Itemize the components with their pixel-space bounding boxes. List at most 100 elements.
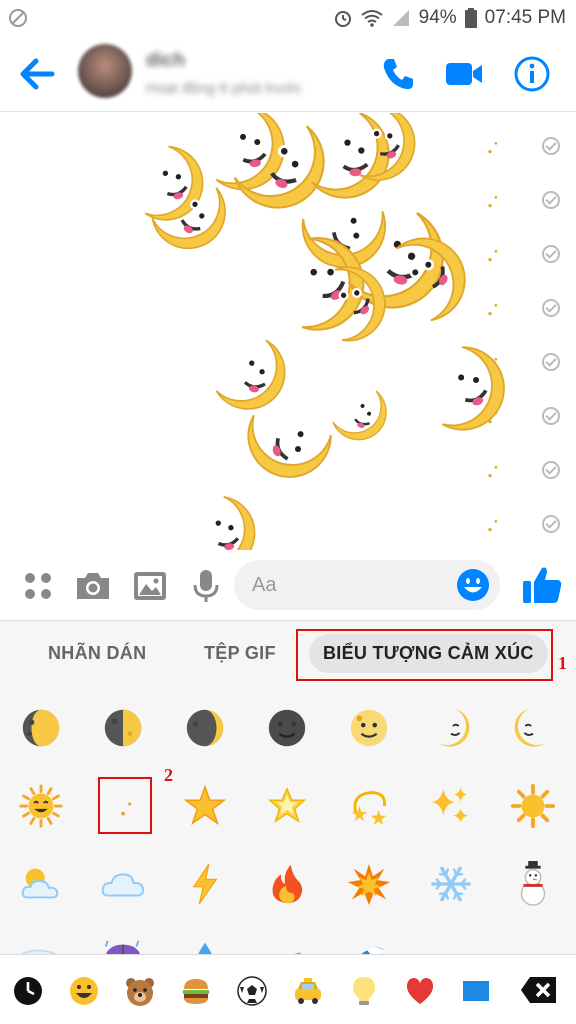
status-right: 94% 07:45 PM (333, 7, 566, 29)
emoji-cell-snowman[interactable] (508, 859, 558, 909)
delivered-check-icon (542, 407, 560, 425)
emoji-cell-cloud[interactable] (98, 859, 148, 909)
emoji-cell-water-wave[interactable] (344, 935, 394, 955)
annotation-marker-2: 2 (164, 765, 173, 785)
wind-face-icon (20, 949, 58, 955)
delivered-check-icon (542, 299, 560, 317)
like-thumb-icon[interactable] (520, 564, 564, 606)
collision-icon (347, 863, 391, 906)
category-flag[interactable] (458, 973, 494, 1009)
sent-message-row[interactable] (470, 233, 560, 273)
category-smiley[interactable] (66, 973, 102, 1009)
recent-icon (14, 977, 42, 1005)
emoji-cell-new-moon-face[interactable] (262, 703, 312, 753)
taxi-icon (295, 978, 321, 1004)
signal-icon (392, 10, 409, 26)
phone-icon[interactable] (378, 54, 418, 94)
composer: Aa (0, 550, 576, 620)
last-quarter-moon-face-icon (514, 708, 545, 747)
category-heart[interactable] (402, 973, 438, 1009)
emoji-cell-droplet[interactable] (180, 935, 230, 955)
emoji-cell-lightning[interactable] (180, 859, 230, 909)
category-light-bulb[interactable] (346, 973, 382, 1009)
crescent-moon-icon (476, 506, 507, 540)
gallery-icon[interactable] (130, 566, 170, 606)
emoji-cell-splashing-sweat[interactable] (262, 935, 312, 955)
category-soccer-ball[interactable] (234, 973, 270, 1009)
umbrella-rain-icon (104, 940, 141, 955)
sent-message-row[interactable] (470, 125, 560, 165)
sun-behind-cloud-icon (21, 868, 59, 899)
backspace-icon[interactable] (520, 975, 558, 1005)
alarm-icon (334, 11, 351, 27)
message-list[interactable] (0, 113, 576, 550)
annotation-marker-1: 1 (558, 653, 567, 673)
sent-message-row[interactable] (470, 287, 560, 327)
water-wave-icon (360, 947, 385, 955)
emoji-cell-sun-behind-cloud[interactable] (16, 859, 66, 909)
new-moon-face-icon (268, 709, 306, 747)
emoji-cell-dizzy[interactable] (344, 781, 394, 831)
splashing-sweat-icon (291, 952, 301, 955)
video-call-icon[interactable] (444, 54, 484, 94)
full-moon-face-icon (350, 709, 388, 747)
glowing-star-icon (267, 786, 307, 824)
status-bar: 94% 07:45 PM (0, 0, 576, 36)
crescent-moon-icon (476, 290, 507, 324)
emoji-panel: NHÃN DÁN TỆP GIF BIỂU TƯỢNG CẢM XÚC 1 (0, 620, 576, 955)
message-input[interactable]: Aa (234, 560, 500, 610)
sent-message-row[interactable] (470, 179, 560, 219)
sent-message-row[interactable] (470, 503, 560, 543)
emoji-tab-highlight (296, 629, 553, 681)
flying-moon-face-icon (193, 495, 256, 550)
sun-icon (510, 783, 556, 829)
tab-stickers[interactable]: NHÃN DÁN (48, 643, 146, 664)
smiley-icon (70, 977, 98, 1005)
sent-message-row[interactable] (470, 449, 560, 489)
emoji-cell-waning-crescent-moon[interactable] (180, 703, 230, 753)
emoji-cell-sun[interactable] (508, 781, 558, 831)
emoji-cell-last-quarter-moon[interactable] (98, 703, 148, 753)
emoji-cell-full-moon-face[interactable] (344, 703, 394, 753)
avatar[interactable] (78, 44, 132, 98)
emoji-cell-first-quarter-moon-face[interactable] (426, 703, 476, 753)
category-recent[interactable] (10, 973, 46, 1009)
waning-crescent-moon-icon (186, 709, 224, 747)
emoji-cell-sparkles[interactable] (426, 781, 476, 831)
category-taxi[interactable] (290, 973, 326, 1009)
emoji-cell-collision[interactable] (344, 859, 394, 909)
sun-with-face-icon (19, 784, 63, 828)
category-bear[interactable] (122, 973, 158, 1009)
waning-gibbous-moon-icon (22, 709, 60, 747)
emoji-cell-sun-with-face[interactable] (16, 781, 66, 831)
lightning-icon (192, 863, 218, 905)
camera-icon[interactable] (73, 566, 113, 606)
fire-icon (272, 864, 303, 904)
back-arrow-icon[interactable] (18, 56, 58, 92)
burger-icon (183, 979, 209, 1004)
droplet-icon (197, 942, 213, 955)
info-icon[interactable] (512, 54, 552, 94)
emoji-cell-glowing-star[interactable] (262, 781, 312, 831)
snowflake-icon (431, 866, 471, 902)
emoji-cell-star[interactable] (180, 781, 230, 831)
microphone-icon[interactable] (186, 566, 226, 606)
delivered-check-icon (542, 515, 560, 533)
delivered-check-icon (542, 137, 560, 155)
emoji-cell-wind-face[interactable] (16, 935, 66, 955)
category-burger[interactable] (178, 973, 214, 1009)
bear-icon (126, 978, 154, 1006)
emoji-button-icon[interactable] (456, 568, 490, 602)
message-input-placeholder: Aa (252, 574, 277, 596)
emoji-cell-fire[interactable] (262, 859, 312, 909)
tab-gif[interactable]: TỆP GIF (204, 643, 276, 664)
emoji-cell-last-quarter-moon-face[interactable] (508, 703, 558, 753)
emoji-cell-snowflake[interactable] (426, 859, 476, 909)
emoji-cell-umbrella-rain[interactable] (98, 935, 148, 955)
more-options-icon[interactable] (18, 566, 58, 606)
contact-name[interactable]: dich (146, 50, 185, 72)
light-bulb-icon (353, 977, 375, 1005)
emoji-grid (0, 699, 576, 955)
emoji-cell-waning-gibbous-moon[interactable] (16, 703, 66, 753)
cloud-icon (101, 873, 145, 897)
